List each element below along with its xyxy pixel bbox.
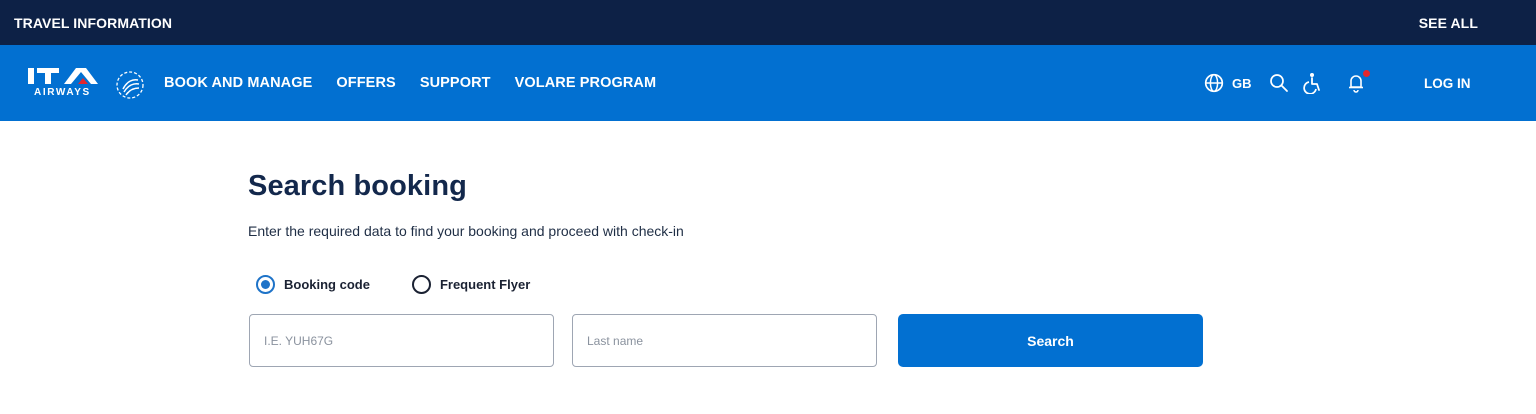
see-all-link[interactable]: SEE ALL: [1419, 15, 1478, 31]
booking-code-input[interactable]: [249, 314, 554, 367]
accessibility-button[interactable]: [1302, 72, 1323, 94]
page-subtitle: Enter the required data to find your boo…: [248, 223, 684, 239]
seal-icon: [116, 71, 144, 99]
nav-volare-program[interactable]: VOLARE PROGRAM: [515, 75, 657, 91]
last-name-input[interactable]: [572, 314, 877, 367]
ita-airways-logo[interactable]: AIRWAYS: [28, 67, 146, 103]
globe-icon: [1204, 73, 1224, 93]
language-selector[interactable]: GB: [1204, 73, 1252, 93]
search-button[interactable]: [1269, 73, 1289, 93]
main-nav: AIRWAYS BOOK AND MANAGE OFFERS SUPPORT V…: [0, 45, 1536, 121]
search-button-submit[interactable]: Search: [898, 314, 1203, 367]
search-icon: [1269, 74, 1288, 92]
ita-logo-mark: [28, 68, 98, 84]
search-type-options: Booking code Frequent Flyer: [256, 275, 572, 294]
page-title: Search booking: [248, 170, 467, 202]
travel-info-bar: TRAVEL INFORMATION SEE ALL: [0, 0, 1536, 45]
travel-info-title[interactable]: TRAVEL INFORMATION: [14, 15, 172, 31]
accessibility-icon: [1302, 73, 1320, 94]
nav-utilities: GB: [1204, 45, 1370, 121]
notification-badge: [1362, 70, 1370, 77]
radio-unselected-icon[interactable]: [411, 275, 431, 294]
booking-code-label: Booking code: [284, 277, 370, 292]
nav-support[interactable]: SUPPORT: [420, 75, 491, 91]
booking-code-radio[interactable]: Booking code: [256, 275, 370, 294]
logo-wordmark: AIRWAYS: [34, 87, 91, 98]
language-code: GB: [1232, 75, 1252, 91]
notifications-button[interactable]: [1347, 70, 1370, 93]
bell-icon: [1348, 75, 1363, 93]
radio-selected-icon[interactable]: [256, 275, 275, 294]
nav-links: BOOK AND MANAGE OFFERS SUPPORT VOLARE PR…: [164, 45, 680, 121]
frequent-flyer-radio[interactable]: Frequent Flyer: [411, 275, 531, 294]
nav-book-and-manage[interactable]: BOOK AND MANAGE: [164, 75, 312, 91]
nav-offers[interactable]: OFFERS: [336, 75, 395, 91]
frequent-flyer-label: Frequent Flyer: [439, 277, 531, 292]
search-booking-section: Search booking Enter the required data t…: [248, 170, 1208, 367]
login-link[interactable]: LOG IN: [1424, 45, 1471, 121]
